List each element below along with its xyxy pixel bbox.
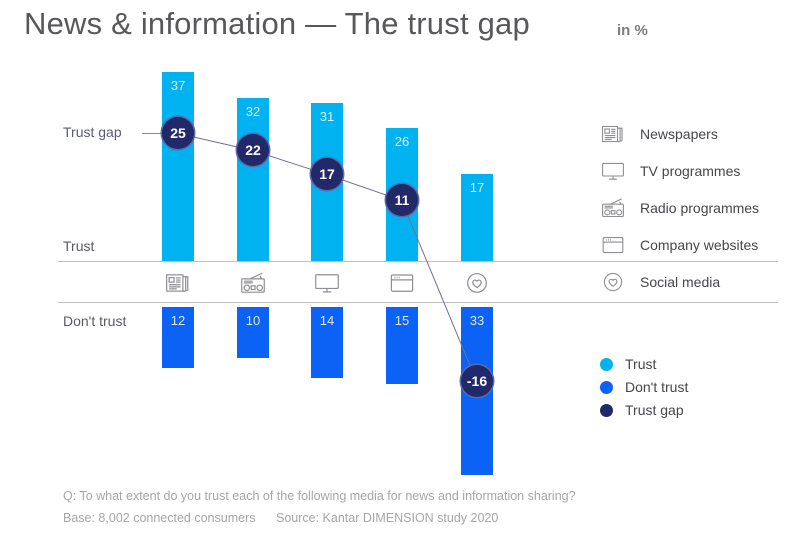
bar-value-dont-trust: 15 xyxy=(394,313,410,328)
footnote-source: Source: Kantar DIMENSION study 2020 xyxy=(276,511,499,525)
series-legend-swatch xyxy=(600,380,613,394)
trust-gap-marker-radio-programmes[interactable]: 22 xyxy=(237,134,269,166)
axis-radio-icon xyxy=(237,268,269,298)
series-legend-item-trust[interactable]: Trust xyxy=(600,356,656,372)
series-legend-swatch xyxy=(600,403,613,417)
axis-browser-window-icon xyxy=(386,268,418,298)
bar-value-trust: 17 xyxy=(469,180,485,196)
footnote-base: Base: 8,002 connected consumers xyxy=(63,511,256,525)
bar-value-dont-trust: 12 xyxy=(170,313,186,328)
media-legend-label: Radio programmes xyxy=(640,200,760,216)
footnote-question: Q: To what extent do you trust each of t… xyxy=(63,489,576,503)
bar-trust-radio-programmes[interactable] xyxy=(237,97,269,261)
bar-trust-newspapers[interactable] xyxy=(162,72,194,261)
axis-newspaper-icon xyxy=(162,268,194,298)
trust-gap-marker-company-websites[interactable]: 11 xyxy=(386,184,418,216)
plot-area: 37 32 31 26 17 12 10 14 15 33 25 22 17 11 -16 xyxy=(0,0,800,533)
media-legend-item-social-media[interactable]: Social media xyxy=(600,270,720,294)
media-legend-item-tv-programmes[interactable]: TV programmes xyxy=(600,159,740,183)
series-legend-swatch xyxy=(600,357,613,371)
series-legend-label: Trust xyxy=(625,356,657,372)
newspaper-icon xyxy=(600,122,626,146)
bar-value-trust: 31 xyxy=(319,108,335,124)
media-legend-item-company-websites[interactable]: Company websites xyxy=(600,233,758,257)
bar-value-dont-trust: 10 xyxy=(245,313,261,328)
media-legend-label: Newspapers xyxy=(640,126,718,142)
series-legend-item-trust-gap[interactable]: Trust gap xyxy=(600,402,684,418)
bar-value-trust: 26 xyxy=(394,134,410,150)
bar-value-trust: 37 xyxy=(170,78,186,94)
heart-circle-icon xyxy=(600,270,626,294)
media-legend-label: Company websites xyxy=(640,237,759,253)
radio-icon xyxy=(600,196,626,220)
media-legend-item-newspapers[interactable]: Newspapers xyxy=(600,122,718,146)
media-legend-item-radio-programmes[interactable]: Radio programmes xyxy=(600,196,759,220)
media-legend-label: Social media xyxy=(640,274,721,290)
trust-gap-marker-tv-programmes[interactable]: 17 xyxy=(311,158,343,190)
chart-canvas: News & information — The trust gap in % … xyxy=(0,0,800,533)
bar-value-trust: 32 xyxy=(245,103,261,119)
bar-value-dont-trust: 33 xyxy=(469,313,485,328)
trust-gap-marker-social-media[interactable]: -16 xyxy=(461,365,493,397)
media-legend-label: TV programmes xyxy=(640,163,741,179)
trust-gap-marker-newspapers[interactable]: 25 xyxy=(162,117,194,149)
axis-heart-circle-icon xyxy=(461,268,493,298)
axis-tv-icon xyxy=(311,268,343,298)
browser-window-icon xyxy=(600,233,626,257)
bar-value-dont-trust: 14 xyxy=(319,313,335,328)
series-legend-item-don-t-trust[interactable]: Don't trust xyxy=(600,379,688,395)
series-legend-label: Trust gap xyxy=(625,402,684,418)
tv-icon xyxy=(600,159,626,183)
series-legend-label: Don't trust xyxy=(625,379,689,395)
